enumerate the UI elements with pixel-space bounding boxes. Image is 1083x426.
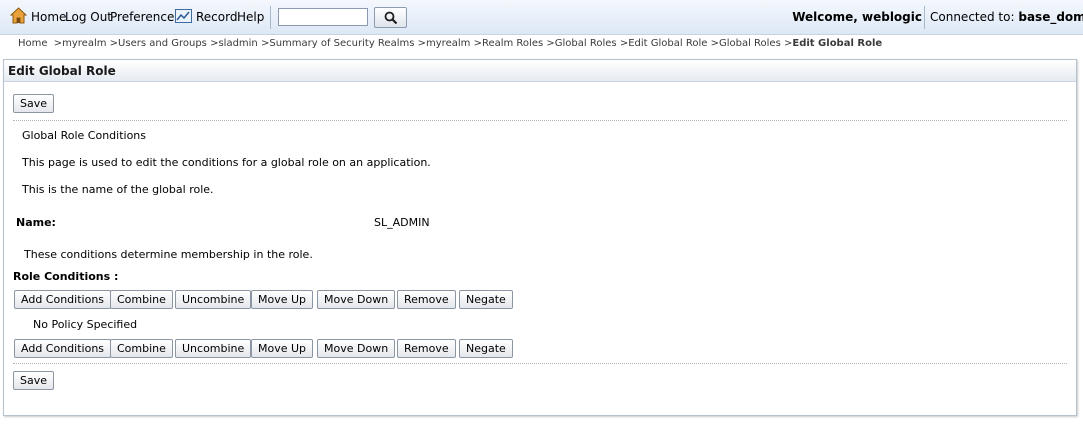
save-button-top[interactable]: Save [13,94,55,113]
breadcrumb-item[interactable]: Edit Global Role [628,38,707,49]
domain-name: base_domain [1018,10,1083,24]
home-link[interactable]: Home [31,10,66,24]
record-icon[interactable] [175,9,192,23]
search-icon [384,11,397,25]
combine-button[interactable]: Combine [110,290,173,309]
no-policy-text: No Policy Specified [33,318,138,331]
role-conditions-label: Role Conditions : [13,270,119,283]
breadcrumb-item[interactable]: Global Roles [555,38,617,49]
breadcrumb-item[interactable]: sladmin [218,38,257,49]
page-description: This page is used to edit the conditions… [22,156,431,169]
edit-global-role-panel: Edit Global Role Save Global Role Condit… [3,59,1077,416]
breadcrumb-separator: > [417,38,427,49]
breadcrumb-separator: > [619,38,629,49]
breadcrumb-item[interactable]: myrealm [426,38,470,49]
add-conditions-button[interactable]: Add Conditions [14,290,112,309]
move-down-button[interactable]: Move Down [317,290,396,309]
logout-link[interactable]: Log Out [65,10,112,24]
breadcrumb-current: Edit Global Role [792,38,883,49]
breadcrumb-item[interactable]: Users and Groups [118,38,207,49]
save-button-bottom[interactable]: Save [13,371,55,390]
remove-button[interactable]: Remove [397,339,456,358]
breadcrumb-separator: > [710,38,719,49]
breadcrumb: Home >myrealm >Users and Groups >sladmin… [18,38,882,49]
breadcrumb-item[interactable]: Global Roles [719,38,781,49]
name-help-text: This is the name of the global role. [22,183,214,196]
move-up-button[interactable]: Move Up [251,290,314,309]
search-input[interactable] [278,8,368,26]
help-link[interactable]: Help [237,10,264,24]
toolbar-divider [270,6,271,29]
divider [13,363,1067,364]
breadcrumb-separator: > [473,38,482,49]
welcome-text: Welcome, weblogic [792,10,922,24]
search-button[interactable] [374,7,407,28]
record-link[interactable]: Record [196,10,237,24]
move-up-button[interactable]: Move Up [251,339,314,358]
breadcrumb-item[interactable]: Summary of Security Realms [269,38,414,49]
move-down-button[interactable]: Move Down [317,339,396,358]
preferences-link[interactable]: Preferences [110,10,181,24]
breadcrumb-separator: > [546,38,555,49]
breadcrumb-item[interactable]: myrealm [62,38,106,49]
connected-label: Connected to: [930,10,1015,24]
breadcrumb-item[interactable]: Home [18,38,48,49]
conditions-help-text: These conditions determine membership in… [24,248,313,261]
combine-button[interactable]: Combine [110,339,173,358]
breadcrumb-item[interactable]: Realm Roles [482,38,543,49]
negate-button[interactable]: Negate [459,339,513,358]
name-label: Name: [16,216,56,229]
breadcrumb-separator: > [109,38,119,49]
toolbar-divider [924,6,925,29]
name-value: SL_ADMIN [374,216,430,229]
breadcrumb-separator: > [53,38,63,49]
section-title: Global Role Conditions [22,129,147,142]
top-toolbar: Home Log Out Preferences Record Help Wel… [0,0,1083,35]
remove-button[interactable]: Remove [397,290,456,309]
connected-info: Connected to: base_domain [930,10,1083,24]
add-conditions-button[interactable]: Add Conditions [14,339,112,358]
home-icon[interactable] [10,7,27,24]
uncombine-button[interactable]: Uncombine [175,290,252,309]
negate-button[interactable]: Negate [459,290,513,309]
panel-title: Edit Global Role [4,60,1076,82]
divider [13,120,1067,121]
uncombine-button[interactable]: Uncombine [175,339,252,358]
